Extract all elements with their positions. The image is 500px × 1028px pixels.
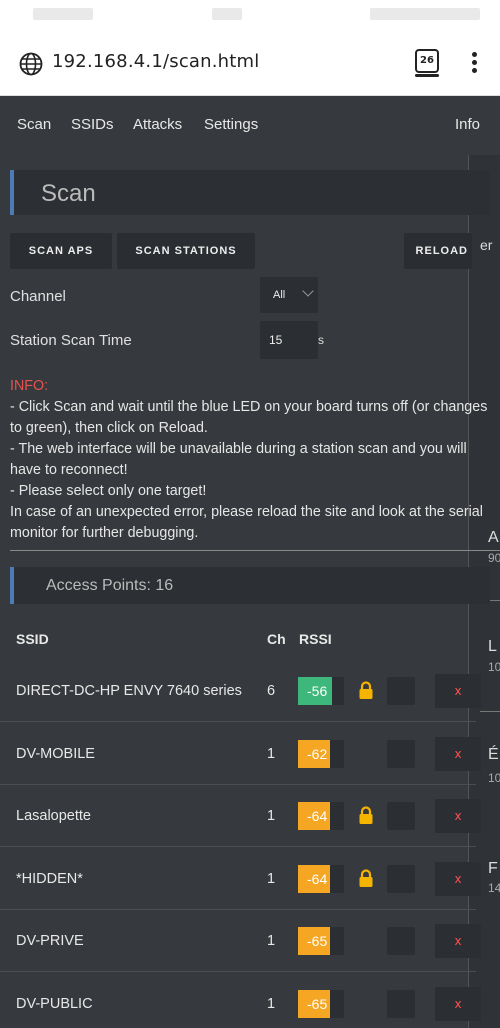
info-line: - The web interface will be unavailable … (10, 441, 467, 478)
info-line: - Please select only one target! (10, 483, 207, 499)
access-points-count: Access Points: 16 (46, 577, 174, 594)
globe-icon[interactable] (19, 52, 43, 76)
divider (10, 550, 500, 551)
select-checkbox[interactable] (387, 802, 415, 831)
reload-button[interactable]: RELOAD (404, 233, 472, 269)
channel-cell: 1 (267, 745, 276, 762)
ssid-cell: DV-PRIVE (16, 933, 84, 950)
edge-text: 14 (488, 881, 500, 895)
table-row: DV-PUBLIC 1 -65 x (0, 973, 481, 1028)
remove-button[interactable]: x (435, 674, 481, 708)
table-row: DV-MOBILE 1 -62 x (0, 723, 481, 785)
rssi-meter: -65 (298, 927, 344, 956)
overflow-menu-icon[interactable] (470, 52, 478, 76)
channel-select-value: All (273, 289, 286, 301)
rssi-meter: -56 (298, 677, 344, 705)
station-scan-time-input[interactable] (260, 321, 318, 359)
rssi-meter: -64 (298, 802, 344, 831)
remove-button[interactable]: x (435, 987, 481, 1021)
nav-attacks[interactable]: Attacks (133, 116, 182, 133)
edge-text: 10 (488, 771, 500, 785)
channel-cell: 1 (267, 933, 276, 950)
rssi-meter: -64 (298, 864, 344, 893)
top-nav: Scan SSIDs Attacks Settings Info (0, 97, 500, 153)
rssi-value: -65 (298, 990, 330, 1018)
remove-button[interactable]: x (435, 736, 481, 771)
lock-icon (359, 869, 373, 887)
select-checkbox[interactable] (387, 739, 415, 768)
edge-text: er (480, 237, 493, 253)
table-row: DV-PRIVE 1 -65 x (0, 910, 481, 973)
rssi-value: -64 (298, 802, 330, 831)
channel-select[interactable]: All (260, 277, 318, 313)
ssid-cell: DIRECT-DC-HP ENVY 7640 series (16, 683, 242, 699)
table-row: Lasalopette 1 -64 x (0, 785, 481, 848)
select-checkbox[interactable] (387, 990, 415, 1018)
station-scan-time-unit: s (318, 333, 324, 347)
rssi-meter: -65 (298, 990, 344, 1018)
nav-ssids[interactable]: SSIDs (71, 116, 114, 133)
select-checkbox[interactable] (387, 864, 415, 893)
nav-scan[interactable]: Scan (17, 116, 51, 133)
channel-cell: 1 (267, 870, 276, 887)
info-title: INFO: (10, 378, 49, 394)
channel-label: Channel (10, 288, 66, 305)
column-rssi: RSSI (299, 631, 332, 647)
edge-text: 10 (488, 660, 500, 674)
select-checkbox[interactable] (387, 677, 415, 705)
table-row: DIRECT-DC-HP ENVY 7640 series 6 -56 x (0, 660, 481, 722)
edge-text: É (488, 746, 499, 763)
address-bar[interactable]: 192.168.4.1/scan.html (52, 51, 259, 72)
chevron-down-icon (302, 285, 314, 297)
ssid-cell: *HIDDEN* (16, 870, 83, 887)
scan-stations-button[interactable]: SCAN STATIONS (117, 233, 255, 269)
select-checkbox[interactable] (387, 927, 415, 956)
ssid-cell: DV-MOBILE (16, 745, 95, 762)
scan-aps-button[interactable]: SCAN APS (10, 233, 112, 269)
lock-icon (359, 681, 373, 699)
edge-text: 90 (488, 551, 500, 565)
tab-switcher-button[interactable]: 26 (415, 49, 439, 77)
station-scan-time-label: Station Scan Time (10, 332, 132, 349)
remove-button[interactable]: x (435, 861, 481, 896)
access-points-header: Access Points: 16 (10, 567, 490, 604)
column-ssid: SSID (16, 631, 49, 647)
browser-toolbar: 192.168.4.1/scan.html 26 (0, 32, 500, 96)
edge-divider (480, 711, 500, 712)
nav-info[interactable]: Info (455, 116, 480, 133)
edge-text: F (488, 860, 498, 877)
remove-button[interactable]: x (435, 924, 481, 959)
rssi-value: -56 (298, 677, 332, 705)
channel-cell: 1 (267, 996, 276, 1012)
ssid-cell: Lasalopette (16, 808, 91, 825)
nav-settings[interactable]: Settings (204, 116, 258, 133)
table-row: *HIDDEN* 1 -64 x (0, 848, 481, 910)
remove-button[interactable]: x (435, 799, 481, 834)
info-box: INFO: - Click Scan and wait until the bl… (10, 376, 490, 544)
info-line: - Click Scan and wait until the blue LED… (10, 399, 488, 436)
ssid-cell: DV-PUBLIC (16, 996, 93, 1012)
status-bar (0, 0, 500, 32)
page-title: Scan (41, 180, 96, 207)
info-line: In case of an unexpected error, please r… (10, 504, 483, 541)
lock-icon (359, 806, 373, 825)
edge-text: L (488, 638, 497, 655)
column-ch: Ch (267, 631, 286, 647)
rssi-value: -65 (298, 927, 330, 956)
rssi-meter: -62 (298, 739, 344, 768)
page-title-card: Scan (10, 170, 490, 215)
channel-cell: 6 (267, 683, 276, 699)
rssi-value: -64 (298, 864, 330, 893)
rssi-value: -62 (298, 739, 330, 768)
channel-cell: 1 (267, 808, 276, 825)
